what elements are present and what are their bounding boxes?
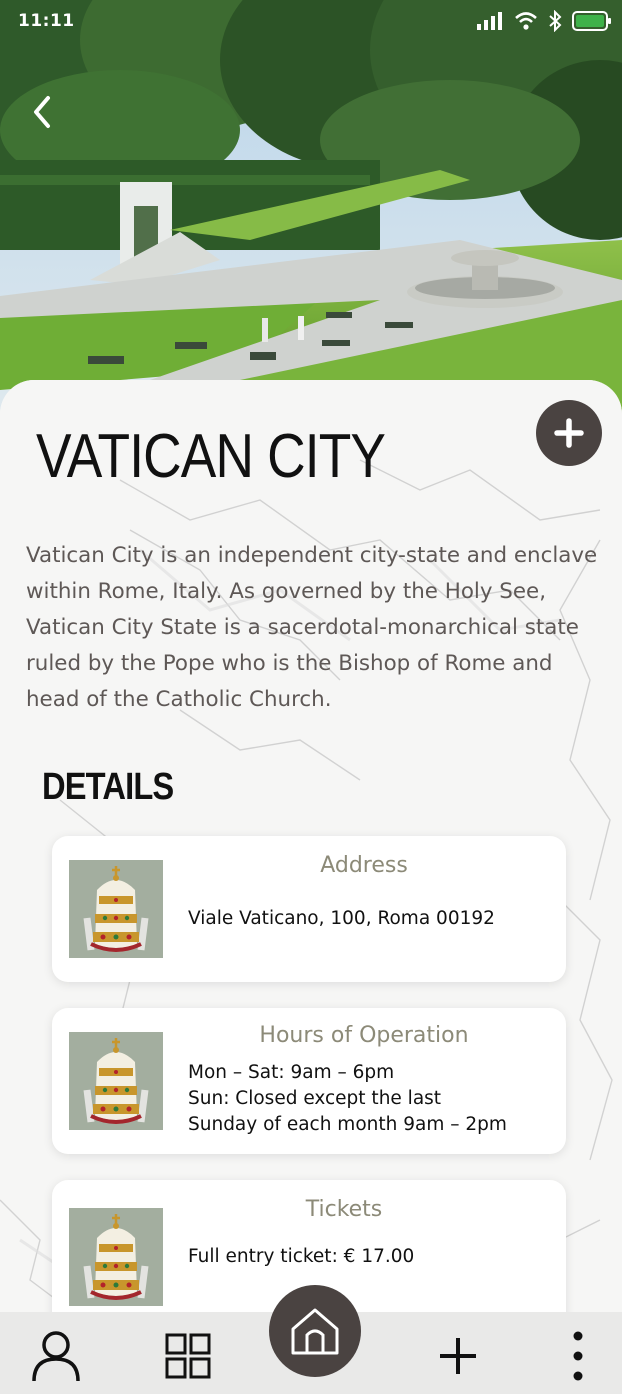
nav-add[interactable] xyxy=(428,1326,488,1386)
papal-tiara-icon xyxy=(69,860,163,958)
details-heading: DETAILS xyxy=(42,766,174,808)
hours-card[interactable]: Hours of Operation Mon – Sat: 9am – 6pm … xyxy=(52,1008,566,1154)
hours-line: Sunday of each month 9am – 2pm xyxy=(188,1114,507,1135)
papal-tiara-icon xyxy=(69,1208,163,1306)
address-thumbnail xyxy=(69,860,163,958)
address-card[interactable]: Address Viale Vaticano, 100, Roma 00192 xyxy=(52,836,566,982)
battery-icon xyxy=(572,11,611,31)
status-icons xyxy=(476,10,612,32)
plus-icon xyxy=(440,1338,476,1374)
user-icon xyxy=(32,1331,80,1382)
more-vertical-icon xyxy=(573,1331,583,1381)
plus-icon xyxy=(554,418,584,448)
hours-title: Hours of Operation xyxy=(259,1023,469,1048)
hours-value: Mon – Sat: 9am – 6pm Sun: Closed except … xyxy=(188,1060,556,1138)
address-line: Viale Vaticano, 100, Roma 00192 xyxy=(188,908,495,929)
nav-profile[interactable] xyxy=(26,1326,86,1386)
signal-icon xyxy=(477,12,502,30)
nav-grid[interactable] xyxy=(158,1326,218,1386)
nav-more[interactable] xyxy=(556,1326,600,1386)
chevron-left-icon xyxy=(34,96,50,128)
home-icon xyxy=(291,1308,339,1355)
hours-thumbnail xyxy=(69,1032,163,1130)
place-description: Vatican City is an independent city-stat… xyxy=(26,543,598,712)
add-to-trip-button[interactable] xyxy=(536,400,602,466)
tickets-title: Tickets xyxy=(305,1197,383,1222)
nav-home-button[interactable] xyxy=(269,1285,361,1377)
papal-tiara-icon xyxy=(69,1032,163,1130)
tickets-value: Full entry ticket: € 17.00 xyxy=(188,1244,556,1270)
page-title: VATICAN CITY xyxy=(36,422,386,491)
status-bar: 11:11 xyxy=(0,0,622,44)
hours-line: Mon – Sat: 9am – 6pm xyxy=(188,1062,395,1083)
hero-image xyxy=(0,0,622,420)
grid-icon xyxy=(165,1333,211,1379)
hours-line: Sun: Closed except the last xyxy=(188,1088,442,1109)
bluetooth-icon xyxy=(549,10,562,32)
address-value: Viale Vaticano, 100, Roma 00192 xyxy=(188,906,556,932)
tickets-line: Full entry ticket: € 17.00 xyxy=(188,1246,415,1267)
tickets-thumbnail xyxy=(69,1208,163,1306)
back-button[interactable] xyxy=(22,88,62,136)
address-title: Address xyxy=(320,853,408,878)
status-time: 11:11 xyxy=(18,11,75,31)
wifi-icon xyxy=(515,12,537,30)
